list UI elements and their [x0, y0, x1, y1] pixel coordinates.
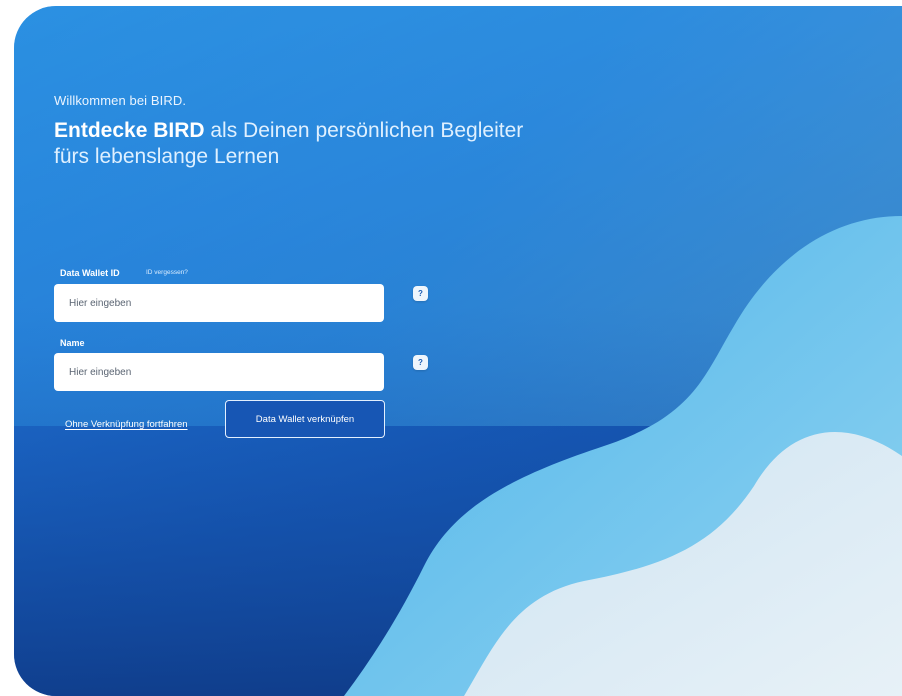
name-label: Name: [60, 338, 85, 348]
wallet-id-label: Data Wallet ID: [60, 268, 120, 278]
forgot-id-link[interactable]: ID vergessen?: [146, 269, 188, 276]
wallet-id-input[interactable]: [54, 284, 384, 322]
question-mark-icon[interactable]: ?: [413, 286, 428, 301]
onboarding-panel: [14, 6, 902, 696]
page-headline: Entdecke BIRD als Deinen persönlichen Be…: [54, 118, 524, 170]
question-mark-icon[interactable]: ?: [413, 355, 428, 370]
welcome-text: Willkommen bei BIRD.: [54, 93, 187, 108]
headline-brand: Entdecke BIRD: [54, 119, 205, 142]
connect-wallet-button[interactable]: Data Wallet verknüpfen: [225, 400, 385, 438]
skip-connection-link[interactable]: Ohne Verknüpfung fortfahren: [65, 419, 188, 430]
background-waves: [14, 6, 902, 696]
name-input[interactable]: [54, 353, 384, 391]
